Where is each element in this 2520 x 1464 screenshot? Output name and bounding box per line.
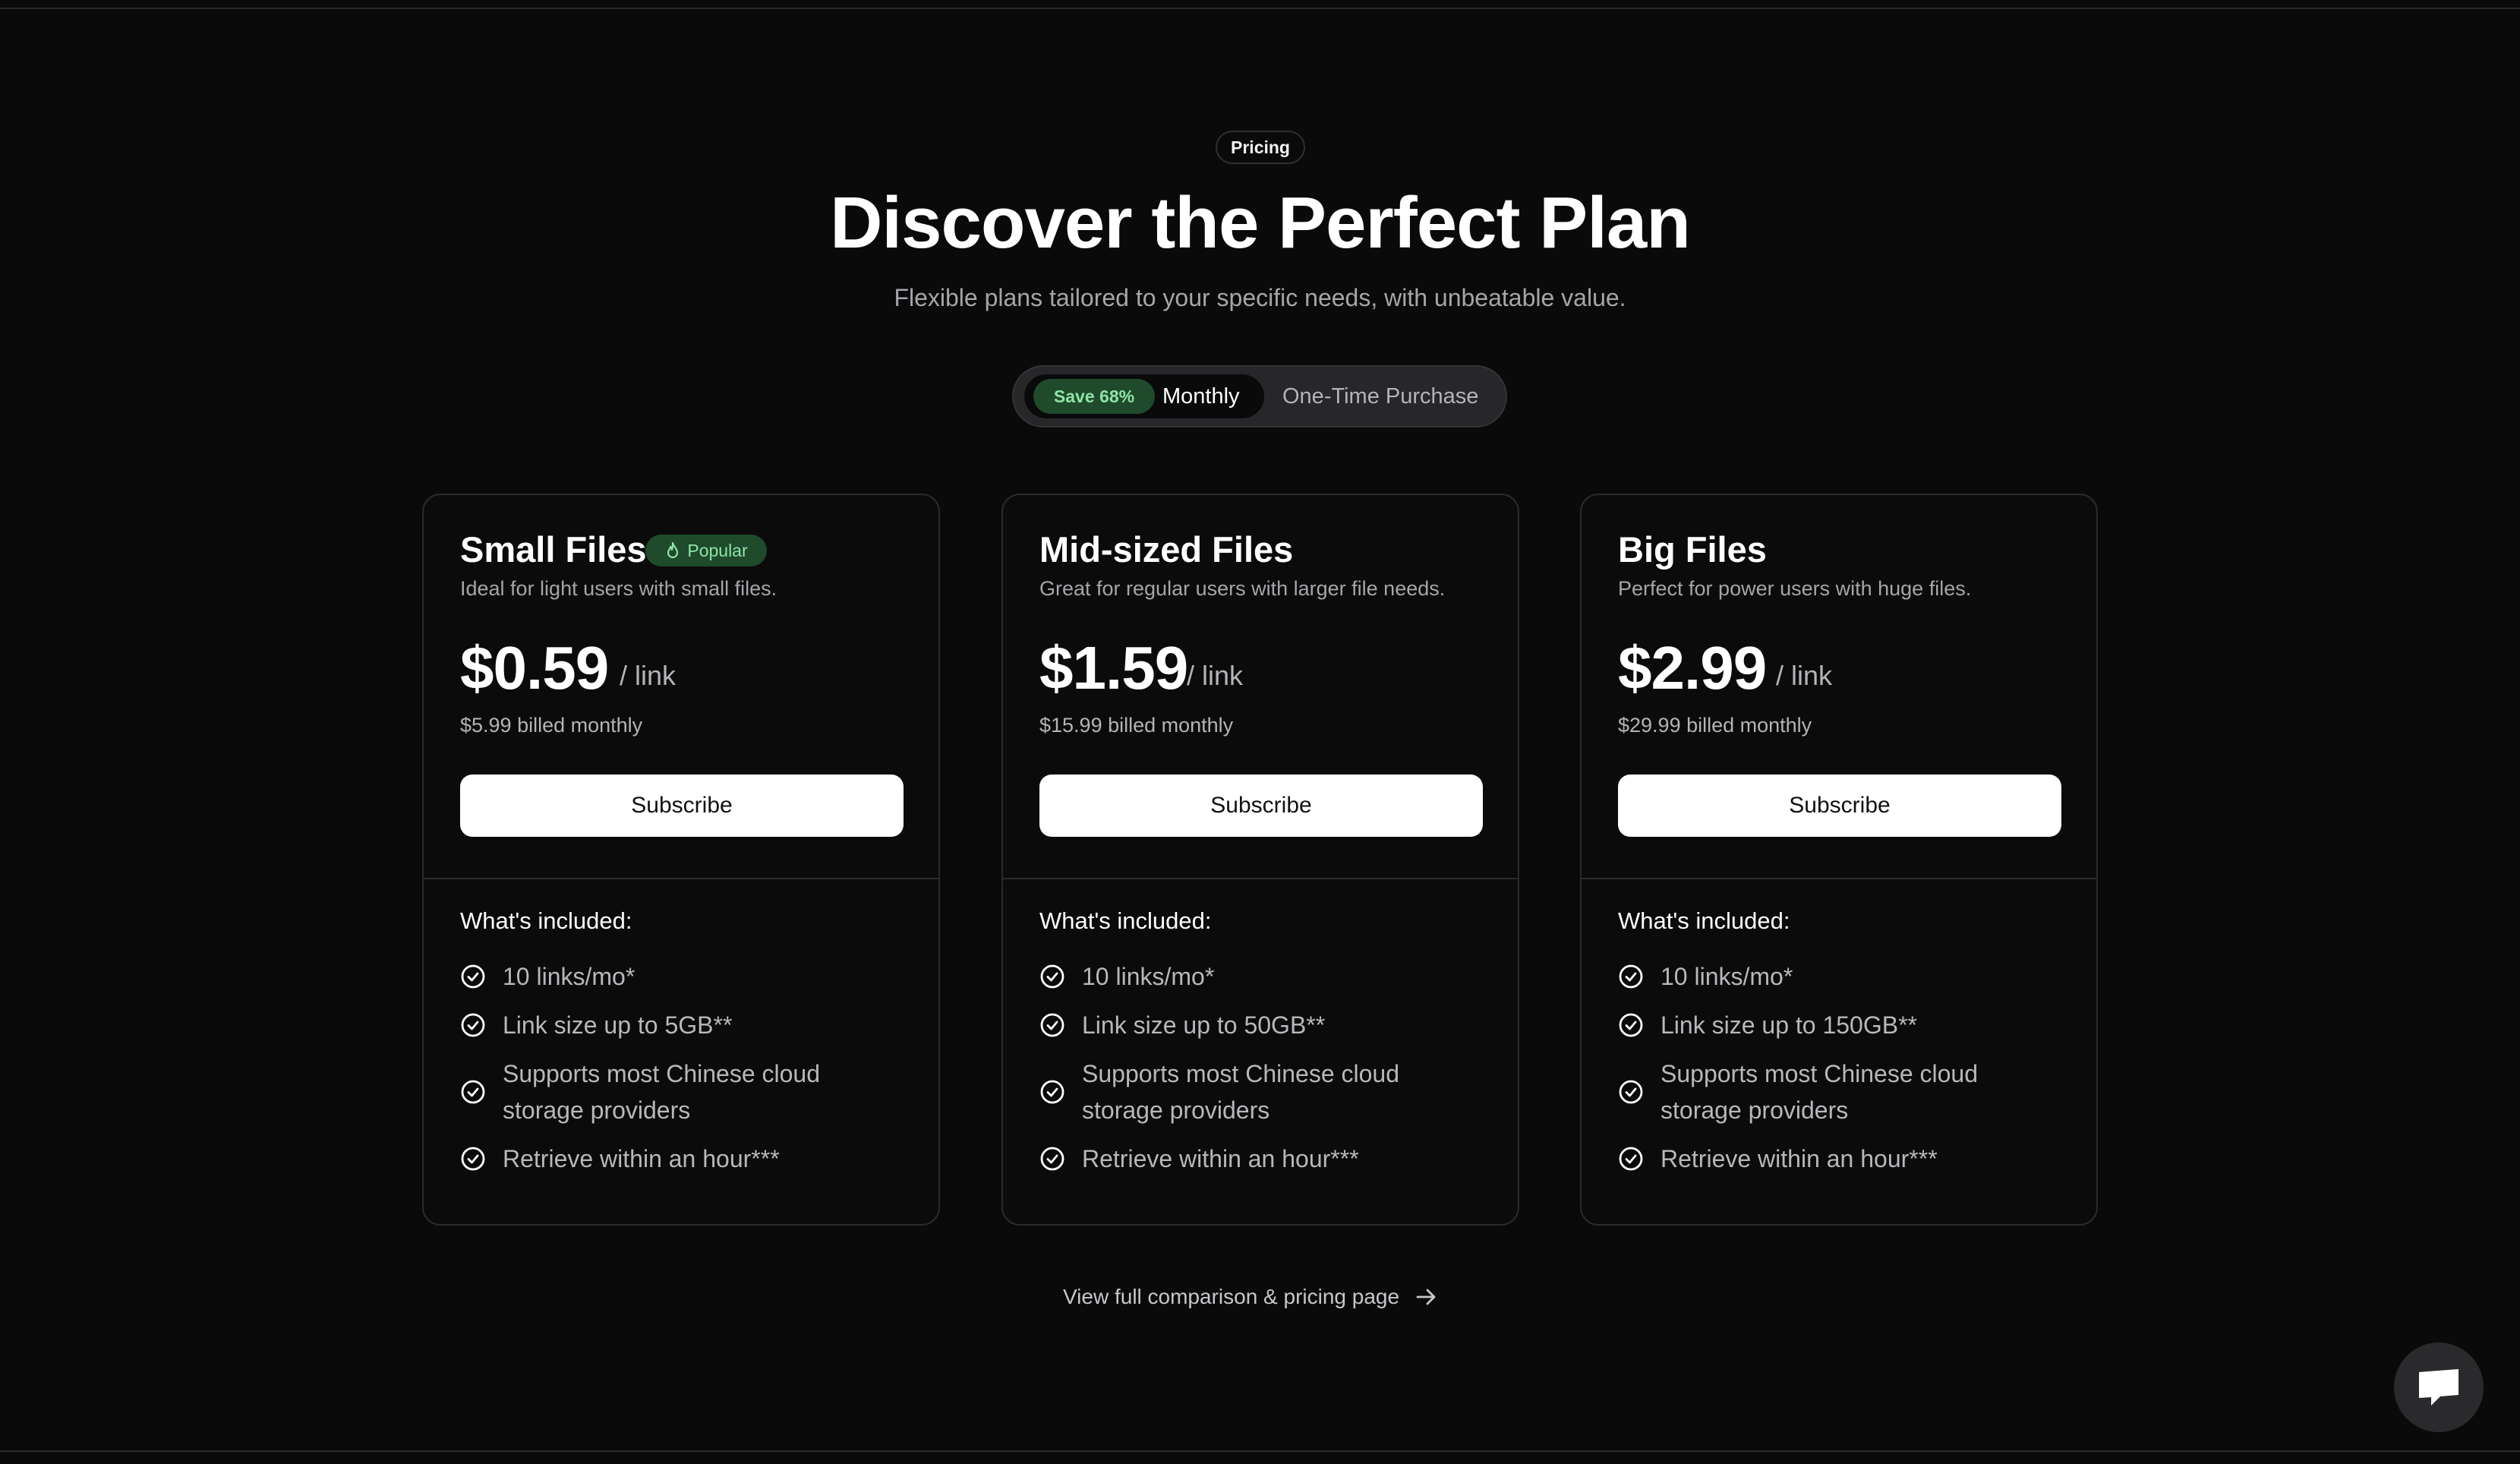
toggle-option-one-time[interactable]: One-Time Purchase bbox=[1282, 379, 1478, 414]
plan-card-mid-sized-files: Mid-sized Files Great for regular users … bbox=[1001, 494, 1519, 1226]
feature-text: Link size up to 150GB** bbox=[1661, 1011, 1917, 1039]
chat-bubble-icon bbox=[2419, 1369, 2458, 1406]
chat-button[interactable] bbox=[2394, 1343, 2484, 1432]
billed-text: $15.99 billed monthly bbox=[1039, 714, 1234, 737]
bottom-divider bbox=[0, 1450, 2520, 1452]
page-subtitle: Flexible plans tailored to your specific… bbox=[894, 284, 1626, 311]
view-comparison-link[interactable]: View full comparison & pricing page bbox=[1063, 1279, 1439, 1315]
feature-item: Supports most Chinese cloud storage prov… bbox=[1039, 1055, 1477, 1128]
check-circle-icon bbox=[461, 964, 485, 989]
plan-card-small-files: Small Files Popular Ideal for light user… bbox=[422, 494, 940, 1226]
check-circle-icon bbox=[1040, 1080, 1064, 1104]
price-unit: / link bbox=[1776, 660, 1833, 691]
plan-name: Small Files bbox=[460, 529, 647, 570]
check-circle-icon bbox=[1619, 1080, 1643, 1104]
price-unit: / link bbox=[1187, 660, 1244, 691]
feature-text: 10 links/mo* bbox=[503, 963, 636, 990]
card-divider bbox=[1582, 878, 2096, 879]
monthly-label[interactable]: Monthly bbox=[1162, 379, 1240, 414]
view-comparison-label: View full comparison & pricing page bbox=[1063, 1285, 1400, 1308]
arrow-right-icon bbox=[1416, 1289, 1436, 1305]
plan-name: Big Files bbox=[1618, 529, 1767, 570]
plan-description: Perfect for power users with huge files. bbox=[1618, 577, 1972, 600]
page-title: Discover the Perfect Plan bbox=[830, 182, 1691, 263]
feature-item: Retrieve within an hour*** bbox=[1618, 1141, 2055, 1177]
included-heading: What's included: bbox=[1618, 907, 1790, 934]
feature-item: Supports most Chinese cloud storage prov… bbox=[1618, 1055, 2055, 1128]
billed-text: $5.99 billed monthly bbox=[460, 714, 643, 737]
feature-text: Retrieve within an hour*** bbox=[503, 1145, 780, 1172]
card-divider bbox=[1003, 878, 1518, 879]
billing-toggle: Save 68% Monthly One-Time Purchase bbox=[1012, 365, 1507, 428]
feature-item: Link size up to 5GB** bbox=[460, 1007, 897, 1043]
billed-text: $29.99 billed monthly bbox=[1618, 714, 1812, 737]
save-badge: Save 68% bbox=[1033, 379, 1155, 414]
check-circle-icon bbox=[461, 1147, 485, 1171]
feature-item: Link size up to 150GB** bbox=[1618, 1007, 2055, 1043]
plan-price: $0.59 bbox=[460, 634, 609, 702]
section-badge: Pricing bbox=[1216, 131, 1305, 164]
check-circle-icon bbox=[1619, 1147, 1643, 1171]
pricing-page: Pricing Discover the Perfect Plan Flexib… bbox=[0, 0, 2520, 1464]
subscribe-button[interactable]: Subscribe bbox=[1039, 775, 1483, 837]
subscribe-button[interactable]: Subscribe bbox=[1618, 775, 2061, 837]
feature-text: Link size up to 5GB** bbox=[503, 1011, 733, 1039]
plan-description: Great for regular users with larger file… bbox=[1039, 577, 1446, 600]
feature-text: Retrieve within an hour*** bbox=[1082, 1145, 1359, 1172]
plan-description: Ideal for light users with small files. bbox=[460, 577, 777, 600]
feature-text: Link size up to 50GB** bbox=[1082, 1011, 1326, 1039]
top-divider bbox=[0, 8, 2520, 9]
included-heading: What's included: bbox=[460, 907, 632, 934]
plan-card-big-files: Big Files Perfect for power users with h… bbox=[1580, 494, 2098, 1226]
check-circle-icon bbox=[461, 1013, 485, 1037]
check-circle-icon bbox=[1619, 1013, 1643, 1037]
feature-item: Retrieve within an hour*** bbox=[460, 1141, 897, 1177]
feature-item: Retrieve within an hour*** bbox=[1039, 1141, 1477, 1177]
check-circle-icon bbox=[461, 1080, 485, 1104]
flame-icon bbox=[667, 541, 679, 559]
feature-item: 10 links/mo* bbox=[1039, 958, 1477, 995]
subscribe-button[interactable]: Subscribe bbox=[460, 775, 904, 837]
check-circle-icon bbox=[1040, 1013, 1064, 1037]
feature-text: Supports most Chinese cloud storage prov… bbox=[503, 1060, 820, 1124]
feature-text: 10 links/mo* bbox=[1661, 963, 1793, 990]
plan-name: Mid-sized Files bbox=[1039, 529, 1294, 570]
included-heading: What's included: bbox=[1039, 907, 1212, 934]
feature-item: Link size up to 50GB** bbox=[1039, 1007, 1477, 1043]
card-divider bbox=[424, 878, 938, 879]
feature-item: Supports most Chinese cloud storage prov… bbox=[460, 1055, 897, 1128]
plan-price: $1.59 bbox=[1039, 634, 1188, 702]
feature-item: 10 links/mo* bbox=[460, 958, 897, 995]
feature-text: Retrieve within an hour*** bbox=[1661, 1145, 1938, 1172]
plan-price: $2.99 bbox=[1618, 634, 1767, 702]
check-circle-icon bbox=[1040, 1147, 1064, 1171]
price-unit: / link bbox=[620, 660, 677, 691]
feature-text: 10 links/mo* bbox=[1082, 963, 1215, 990]
feature-text: Supports most Chinese cloud storage prov… bbox=[1082, 1060, 1399, 1124]
feature-text: Supports most Chinese cloud storage prov… bbox=[1661, 1060, 1978, 1124]
feature-item: 10 links/mo* bbox=[1618, 958, 2055, 995]
popular-badge: Popular bbox=[645, 535, 767, 566]
popular-badge-label: Popular bbox=[687, 540, 748, 560]
check-circle-icon bbox=[1040, 964, 1064, 989]
check-circle-icon bbox=[1619, 964, 1643, 989]
